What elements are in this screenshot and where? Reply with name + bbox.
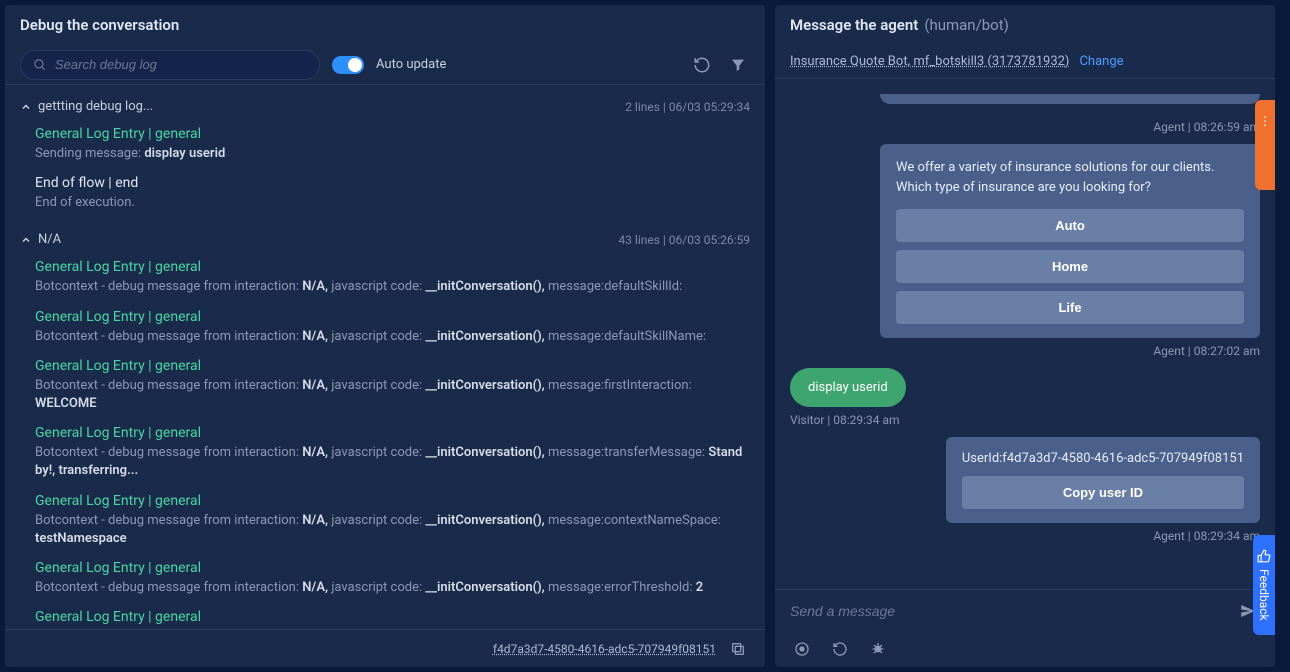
message-meta: Agent | 08:29:34 am bbox=[1153, 529, 1260, 543]
agent-message-group: We offer a variety of insurance solution… bbox=[790, 144, 1260, 358]
option-life-button[interactable]: Life bbox=[896, 291, 1244, 324]
undo-icon[interactable] bbox=[690, 53, 714, 77]
section-title: gettting debug log... bbox=[38, 99, 625, 114]
agent-message-group: UserId:f4d7a3d7-4580-4616-adc5-707949f08… bbox=[790, 437, 1260, 543]
entry-title: General Log Entry | general bbox=[35, 493, 750, 509]
search-box[interactable] bbox=[20, 50, 320, 80]
entry-body: Botcontext - debug message from interact… bbox=[35, 328, 750, 346]
agent-bubble: We offer a variety of insurance solution… bbox=[880, 144, 1260, 338]
auto-update-toggle[interactable] bbox=[332, 56, 364, 74]
chat-footer bbox=[775, 631, 1275, 667]
agent-subheader: Insurance Quote Bot, mf_botskill3 (31737… bbox=[775, 45, 1275, 79]
copy-userid-button[interactable]: Copy user ID bbox=[962, 476, 1244, 509]
entry-body: Botcontext - debug message from interact… bbox=[35, 377, 750, 413]
message-meta: Visitor | 08:29:34 am bbox=[790, 413, 900, 427]
chat-input-row bbox=[775, 589, 1275, 631]
visitor-bubble: display userid bbox=[790, 368, 906, 407]
chevron-up-icon bbox=[20, 234, 32, 246]
log-section-header[interactable]: gettting debug log... 2 lines | 06/03 05… bbox=[5, 93, 765, 120]
agent-message-group: Agent | 08:26:59 am bbox=[790, 114, 1260, 134]
entry-title: General Log Entry | general bbox=[35, 126, 750, 142]
section-meta: 2 lines | 06/03 05:29:34 bbox=[625, 100, 750, 114]
chat-header: Message the agent (human/bot) bbox=[775, 5, 1275, 45]
auto-update-label: Auto update bbox=[376, 57, 446, 72]
userid-bubble: UserId:f4d7a3d7-4580-4616-adc5-707949f08… bbox=[946, 437, 1260, 523]
chevron-up-icon bbox=[20, 101, 32, 113]
log-entry: End of flow | end End of execution. bbox=[5, 169, 765, 218]
copy-icon[interactable] bbox=[726, 637, 750, 661]
message-meta: Agent | 08:27:02 am bbox=[1153, 344, 1260, 358]
log-entry: General Log Entry | general Botcontext - … bbox=[5, 253, 765, 302]
entry-body: Botcontext - debug message from interact… bbox=[35, 579, 750, 597]
userid-text: UserId:f4d7a3d7-4580-4616-adc5-707949f08… bbox=[962, 451, 1244, 466]
entry-title: General Log Entry | general bbox=[35, 309, 750, 325]
entry-title: General Log Entry | general bbox=[35, 358, 750, 374]
log-area[interactable]: gettting debug log... 2 lines | 06/03 05… bbox=[5, 85, 765, 629]
debug-toolbar: Auto update bbox=[5, 45, 765, 85]
section-title: N/A bbox=[38, 232, 618, 247]
log-entry: General Log Entry | general Botcontext - … bbox=[5, 487, 765, 554]
debug-title: Debug the conversation bbox=[20, 16, 179, 34]
log-entry: General Log Entry | generalBotcontext - … bbox=[5, 603, 765, 629]
entry-title: General Log Entry | general bbox=[35, 259, 750, 275]
chat-title: Message the agent bbox=[790, 16, 918, 34]
visitor-text: display userid bbox=[808, 380, 888, 395]
entry-body: End of execution. bbox=[35, 194, 750, 212]
entry-body: Botcontext - debug message from interact… bbox=[35, 278, 750, 296]
chat-area[interactable]: Agent | 08:26:59 am We offer a variety o… bbox=[775, 79, 1275, 589]
debug-panel: Debug the conversation Auto update gettt… bbox=[5, 5, 765, 667]
search-icon bbox=[33, 58, 47, 72]
log-entry: General Log Entry | general Botcontext - … bbox=[5, 419, 765, 486]
entry-body: Sending message: display userid bbox=[35, 145, 750, 163]
search-input[interactable] bbox=[55, 57, 307, 72]
bug-icon[interactable] bbox=[866, 637, 890, 661]
side-tab-menu[interactable]: ⋮ bbox=[1255, 100, 1275, 190]
log-section-header[interactable]: N/A 43 lines | 06/03 05:26:59 bbox=[5, 226, 765, 253]
record-icon[interactable] bbox=[790, 637, 814, 661]
option-home-button[interactable]: Home bbox=[896, 250, 1244, 283]
message-input[interactable] bbox=[790, 603, 1226, 619]
change-link[interactable]: Change bbox=[1079, 54, 1123, 69]
filter-icon[interactable] bbox=[726, 53, 750, 77]
message-meta: Agent | 08:26:59 am bbox=[1153, 120, 1260, 134]
chat-panel: Message the agent (human/bot) Insurance … bbox=[775, 5, 1275, 667]
log-entry: General Log Entry | general Botcontext - … bbox=[5, 554, 765, 603]
dots-icon: ⋮ bbox=[1259, 114, 1271, 128]
prev-message-sliver bbox=[880, 94, 1260, 104]
entry-title: General Log Entry | general bbox=[35, 609, 750, 625]
side-tab-feedback[interactable]: Feedback bbox=[1253, 535, 1275, 635]
entry-title: End of flow | end bbox=[35, 175, 750, 191]
thumbs-up-icon bbox=[1257, 549, 1271, 563]
log-entry: General Log Entry | general Botcontext - … bbox=[5, 303, 765, 352]
log-entry: General Log Entry | general Sending mess… bbox=[5, 120, 765, 169]
chat-subtitle: (human/bot) bbox=[924, 16, 1009, 34]
bubble-text: We offer a variety of insurance solution… bbox=[896, 158, 1244, 197]
entry-body: Botcontext - debug message from interact… bbox=[35, 512, 750, 548]
entry-body: Botcontext - debug message from interact… bbox=[35, 444, 750, 480]
section-meta: 43 lines | 06/03 05:26:59 bbox=[618, 233, 750, 247]
option-auto-button[interactable]: Auto bbox=[896, 209, 1244, 242]
log-entry: General Log Entry | general Botcontext - … bbox=[5, 352, 765, 419]
entry-title: General Log Entry | general bbox=[35, 425, 750, 441]
bot-name[interactable]: Insurance Quote Bot, mf_botskill3 (31737… bbox=[790, 54, 1069, 69]
entry-title: General Log Entry | general bbox=[35, 560, 750, 576]
visitor-message-group: display userid Visitor | 08:29:34 am bbox=[790, 368, 1260, 427]
reset-icon[interactable] bbox=[828, 637, 852, 661]
debug-header: Debug the conversation bbox=[5, 5, 765, 45]
footer-uuid[interactable]: f4d7a3d7-4580-4616-adc5-707949f08151 bbox=[493, 642, 716, 656]
feedback-label: Feedback bbox=[1257, 569, 1271, 621]
debug-footer: f4d7a3d7-4580-4616-adc5-707949f08151 bbox=[5, 629, 765, 667]
